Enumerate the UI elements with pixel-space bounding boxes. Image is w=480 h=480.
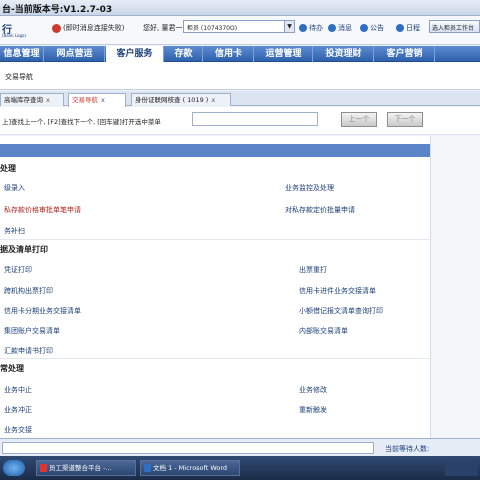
status-message-box [2, 442, 374, 454]
menu-item[interactable]: 出票重打 [299, 265, 327, 275]
schedule-link-label: 日程 [406, 24, 420, 32]
queue-button[interactable]: 选入柜员工作台 [429, 20, 480, 33]
warning-icon [52, 23, 61, 33]
window-title: 台-当前版本号:V1.2.7-03 [2, 5, 113, 15]
close-icon[interactable]: x [46, 96, 50, 104]
menu-item[interactable]: 对私存款定价批量申请 [285, 205, 355, 215]
section-title: 据及清单打印 [0, 245, 48, 254]
sub-navigation: 交易导航 [0, 62, 480, 90]
system-tray [445, 460, 478, 476]
app-icon [40, 464, 47, 472]
queue-count-label: 当前等待人数: [385, 445, 430, 453]
start-button[interactable] [3, 460, 25, 476]
bank-logo: 行 (Bank Logo) [0, 19, 44, 41]
todo-link-label: 待办 [309, 24, 323, 32]
section-title: 处理 [0, 164, 16, 173]
tab-label: 交易导航 [72, 96, 98, 104]
tab-label: 身份证联网核查 ( 1019 ) [135, 96, 209, 104]
menu-item[interactable]: 集团账户交易清单 [4, 326, 60, 336]
menu-item[interactable]: 级录入 [4, 183, 25, 193]
menu-marketing[interactable]: 客户营销 [375, 46, 435, 62]
messages-link[interactable]: 消息 [328, 23, 352, 33]
taskbar-app-label: 员工渠道整合平台 -... [49, 464, 112, 472]
message-icon [328, 24, 336, 32]
tab-label: 高端库存查询 [4, 96, 43, 104]
menu-investment[interactable]: 投资理财 [314, 46, 374, 62]
right-panel [430, 136, 480, 438]
transaction-menu: 处理 级录入 业务监控及处理 私存款价格审批单笔申请 对私存款定价批量申请 务补… [0, 136, 430, 438]
taskbar-app-platform[interactable]: 员工渠道整合平台 -... [36, 460, 136, 476]
title-bar: 台-当前版本号:V1.2.7-03 [0, 0, 480, 16]
menu-item[interactable]: 务补扫 [4, 226, 25, 236]
chevron-down-icon[interactable]: ▼ [284, 21, 294, 32]
next-button[interactable]: 下一个 [387, 112, 423, 127]
menu-info-mgmt[interactable]: 信息管理 [0, 46, 44, 62]
menu-item[interactable]: 重新触发 [299, 405, 327, 415]
menu-item[interactable]: 凭证打印 [4, 265, 32, 275]
messages-link-label: 消息 [338, 24, 352, 32]
menu-item[interactable]: 业务交接 [4, 425, 32, 435]
main-menu: 信息管理 网点营运 客户服务 存款 信用卡 运营管理 投资理财 客户营销 [0, 46, 480, 62]
menu-deposit[interactable]: 存款 [165, 46, 203, 62]
menu-item[interactable]: 信用卡分期业务交接清单 [4, 306, 81, 316]
status-bar: 当前等待人数: [0, 438, 480, 456]
menu-item[interactable]: 业务中止 [4, 385, 32, 395]
connection-status: (即时消息连接失败) [52, 23, 124, 33]
notices-link-label: 公告 [370, 24, 384, 32]
divider [0, 358, 430, 359]
logo-subtext: (Bank Logo) [2, 33, 27, 38]
menu-search-bar: 上]查找上一个, [F2]查找下一个, [回车键]打开选中菜单 上一个 下一个 [0, 107, 480, 135]
search-input[interactable] [192, 112, 318, 126]
word-icon [144, 464, 151, 472]
menu-item[interactable]: 业务修改 [299, 385, 327, 395]
menu-item[interactable]: 业务监控及处理 [285, 183, 334, 193]
tab-strip: 高端库存查询 x 交易导航 x 身份证联网核查 ( 1019 ) x [0, 91, 480, 107]
menu-item[interactable]: 内部账交易清单 [299, 326, 348, 336]
tab-transaction-nav[interactable]: 交易导航 x [68, 93, 126, 107]
menu-item[interactable]: 跨机构出票打印 [4, 286, 53, 296]
menu-item[interactable]: 汇款申请书打印 [4, 346, 53, 356]
close-icon[interactable]: x [101, 96, 105, 104]
taskbar-app-label: 文档 1 - Microsoft Word [153, 464, 228, 472]
section-header-bar [0, 144, 430, 157]
greeting: 您好, 董君一 [143, 24, 183, 32]
teller-select-value: 柜员 (1074370O) [187, 25, 238, 32]
taskbar-app-word[interactable]: 文档 1 - Microsoft Word [140, 460, 240, 476]
tab-inventory-query[interactable]: 高端库存查询 x [0, 93, 64, 106]
menu-item[interactable]: 业务冲正 [4, 405, 32, 415]
top-toolbar: 行 (Bank Logo) (即时消息连接失败) 您好, 董君一 柜员 (107… [0, 16, 480, 45]
schedule-link[interactable]: 日程 [396, 23, 420, 33]
search-hint: 上]查找上一个, [F2]查找下一个, [回车键]打开选中菜单 [2, 118, 161, 126]
calendar-icon [396, 24, 404, 32]
todo-icon [299, 24, 307, 32]
prev-button[interactable]: 上一个 [341, 112, 377, 127]
connection-status-text: (即时消息连接失败) [63, 24, 125, 32]
menu-operations[interactable]: 运营管理 [255, 46, 313, 62]
notice-icon [360, 24, 368, 32]
notices-link[interactable]: 公告 [360, 23, 384, 33]
menu-item[interactable]: 小额借记报文清单查询打印 [299, 306, 383, 316]
tab-id-check[interactable]: 身份证联网核查 ( 1019 ) x [131, 93, 231, 106]
menu-customer-service[interactable]: 客户服务 [106, 46, 164, 62]
menu-item[interactable]: 信用卡进件业务交接清单 [299, 286, 376, 296]
close-icon[interactable]: x [211, 96, 215, 104]
section-title: 常处理 [0, 364, 24, 373]
teller-select[interactable]: 柜员 (1074370O) ▼ [183, 20, 295, 33]
menu-credit-card[interactable]: 信用卡 [204, 46, 254, 62]
menu-item[interactable]: 私存款价格审批单笔申请 [4, 205, 81, 215]
todo-link[interactable]: 待办 [299, 23, 323, 33]
taskbar: 员工渠道整合平台 -... 文档 1 - Microsoft Word [0, 456, 480, 480]
breadcrumb[interactable]: 交易导航 [5, 72, 33, 82]
divider [0, 239, 430, 240]
menu-branch-ops[interactable]: 网点营运 [45, 46, 105, 62]
